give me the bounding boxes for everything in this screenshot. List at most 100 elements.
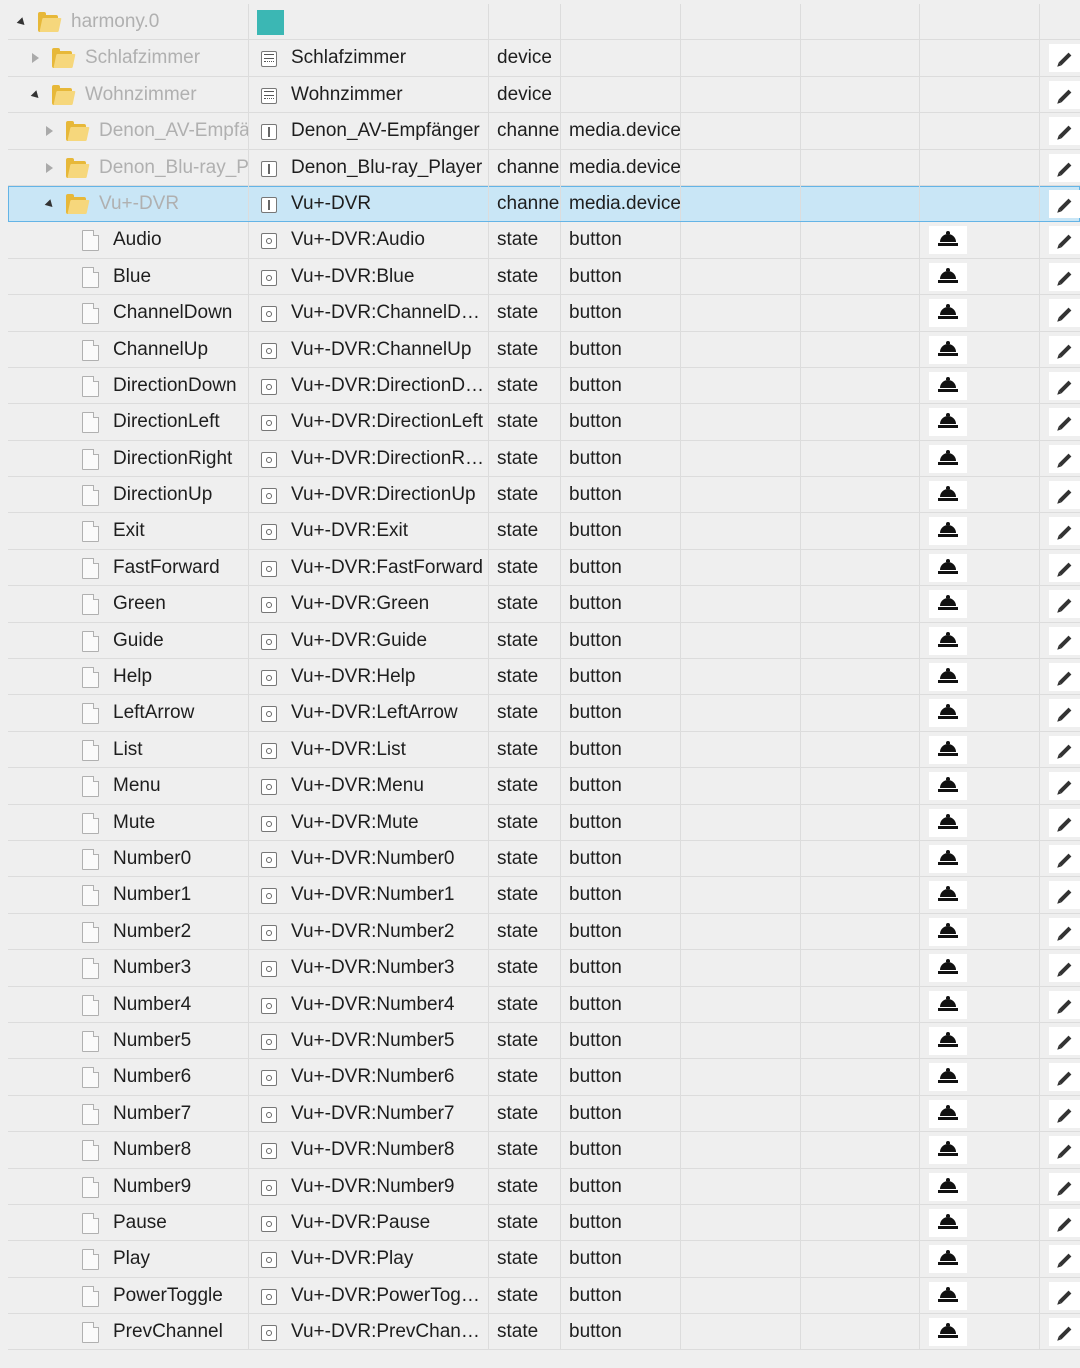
edit-button[interactable] — [1049, 262, 1080, 291]
collapse-toggle-icon[interactable] — [30, 89, 42, 101]
press-button[interactable] — [929, 335, 967, 364]
tree-row[interactable]: Number8 Vu+-DVR:Number8 state button — [8, 1132, 1080, 1169]
tree-row[interactable]: DirectionUp Vu+-DVR:DirectionUp state butto… — [8, 477, 1080, 514]
edit-button[interactable] — [1049, 699, 1080, 728]
tree-row[interactable]: Number0 Vu+-DVR:Number0 state button — [8, 840, 1080, 878]
edit-button[interactable] — [1049, 481, 1080, 510]
press-button[interactable] — [929, 1318, 967, 1347]
edit-button[interactable] — [1049, 590, 1080, 619]
edit-button[interactable] — [1049, 117, 1080, 146]
edit-button[interactable] — [1049, 408, 1080, 437]
edit-button[interactable] — [1049, 444, 1080, 473]
expand-toggle-icon[interactable] — [46, 126, 53, 137]
edit-button[interactable] — [1049, 335, 1080, 364]
edit-button[interactable] — [1049, 1281, 1080, 1310]
tree-row[interactable]: Number3 Vu+-DVR:Number3 state button — [8, 950, 1080, 987]
edit-button[interactable] — [1049, 1099, 1080, 1128]
tree-row[interactable]: DirectionDown Vu+-DVR:DirectionDown state b… — [8, 367, 1080, 405]
tree-row[interactable]: PrevChannel Vu+-DVR:PrevChannel state butto… — [8, 1314, 1080, 1351]
tree-row[interactable]: PowerToggle Vu+-DVR:PowerToggle state butto… — [8, 1277, 1080, 1315]
edit-button[interactable] — [1049, 299, 1080, 328]
edit-button[interactable] — [1049, 226, 1080, 255]
tree-row[interactable]: Number4 Vu+-DVR:Number4 state button — [8, 986, 1080, 1023]
edit-button[interactable] — [1049, 1318, 1080, 1347]
tree-row[interactable]: Play Vu+-DVR:Play state button — [8, 1241, 1080, 1278]
edit-button[interactable] — [1049, 80, 1080, 109]
press-button[interactable] — [929, 1099, 967, 1128]
edit-button[interactable] — [1049, 844, 1080, 873]
tree-row[interactable]: Mute Vu+-DVR:Mute state button — [8, 804, 1080, 841]
press-button[interactable] — [929, 553, 967, 582]
press-button[interactable] — [929, 699, 967, 728]
edit-button[interactable] — [1049, 1026, 1080, 1055]
edit-button[interactable] — [1049, 626, 1080, 655]
tree-row[interactable]: Number9 Vu+-DVR:Number9 state button — [8, 1168, 1080, 1205]
press-button[interactable] — [929, 844, 967, 873]
expand-toggle-icon[interactable] — [46, 162, 53, 173]
press-button[interactable] — [929, 444, 967, 473]
press-button[interactable] — [929, 1136, 967, 1165]
press-button[interactable] — [929, 1245, 967, 1274]
edit-button[interactable] — [1049, 772, 1080, 801]
edit-button[interactable] — [1049, 1245, 1080, 1274]
edit-button[interactable] — [1049, 954, 1080, 983]
press-button[interactable] — [929, 371, 967, 400]
press-button[interactable] — [929, 772, 967, 801]
tree-row[interactable]: Pause Vu+-DVR:Pause state button — [8, 1204, 1080, 1242]
tree-row[interactable]: Denon_AV-Empfänger Denon_AV-Empfänger chan… — [8, 113, 1080, 150]
press-button[interactable] — [929, 1281, 967, 1310]
edit-button[interactable] — [1049, 917, 1080, 946]
press-button[interactable] — [929, 626, 967, 655]
edit-button[interactable] — [1049, 1063, 1080, 1092]
edit-button[interactable] — [1049, 663, 1080, 692]
press-button[interactable] — [929, 917, 967, 946]
tree-row[interactable]: LeftArrow Vu+-DVR:LeftArrow state button — [8, 695, 1080, 732]
tree-row[interactable]: Number7 Vu+-DVR:Number7 state button — [8, 1095, 1080, 1133]
edit-button[interactable] — [1049, 881, 1080, 910]
tree-row[interactable]: List Vu+-DVR:List state button — [8, 731, 1080, 769]
press-button[interactable] — [929, 299, 967, 328]
edit-button[interactable] — [1049, 44, 1080, 73]
edit-button[interactable] — [1049, 517, 1080, 546]
press-button[interactable] — [929, 481, 967, 510]
tree-row[interactable]: Vu+-DVR Vu+-DVR channel media.device — [8, 185, 1080, 223]
press-button[interactable] — [929, 226, 967, 255]
tree-row[interactable]: Schlafzimmer Schlafzimmer device — [8, 40, 1080, 77]
edit-button[interactable] — [1049, 808, 1080, 837]
edit-button[interactable] — [1049, 1136, 1080, 1165]
press-button[interactable] — [929, 990, 967, 1019]
tree-row[interactable]: DirectionLeft Vu+-DVR:DirectionLeft state b… — [8, 404, 1080, 441]
edit-button[interactable] — [1049, 189, 1080, 218]
tree-row[interactable]: Blue Vu+-DVR:Blue state button — [8, 258, 1080, 296]
press-button[interactable] — [929, 663, 967, 692]
tree-row[interactable]: Menu Vu+-DVR:Menu state button — [8, 768, 1080, 805]
edit-button[interactable] — [1049, 1208, 1080, 1237]
edit-button[interactable] — [1049, 371, 1080, 400]
tree-row[interactable]: Wohnzimmer Wohnzimmer device — [8, 76, 1080, 114]
tree-row[interactable]: Number2 Vu+-DVR:Number2 state button — [8, 913, 1080, 951]
tree-row[interactable]: ChannelUp Vu+-DVR:ChannelUp state button — [8, 331, 1080, 368]
press-button[interactable] — [929, 808, 967, 837]
press-button[interactable] — [929, 408, 967, 437]
press-button[interactable] — [929, 1172, 967, 1201]
press-button[interactable] — [929, 590, 967, 619]
press-button[interactable] — [929, 517, 967, 546]
edit-button[interactable] — [1049, 153, 1080, 182]
press-button[interactable] — [929, 954, 967, 983]
edit-button[interactable] — [1049, 735, 1080, 764]
tree-row[interactable]: Exit Vu+-DVR:Exit state button — [8, 513, 1080, 550]
expand-toggle-icon[interactable] — [32, 53, 39, 64]
tree-row[interactable]: Denon_Blu-ray_Player Denon_Blu-ray_Player… — [8, 149, 1080, 186]
press-button[interactable] — [929, 881, 967, 910]
edit-button[interactable] — [1049, 1172, 1080, 1201]
press-button[interactable] — [929, 262, 967, 291]
tree-row[interactable]: ChannelDown Vu+-DVR:ChannelDown state butto… — [8, 295, 1080, 332]
tree-row[interactable]: Green Vu+-DVR:Green state button — [8, 586, 1080, 623]
tree-row[interactable]: harmony.0 — [8, 4, 1080, 41]
press-button[interactable] — [929, 1063, 967, 1092]
press-button[interactable] — [929, 1208, 967, 1237]
tree-row[interactable]: Guide Vu+-DVR:Guide state button — [8, 622, 1080, 660]
press-button[interactable] — [929, 1026, 967, 1055]
edit-button[interactable] — [1049, 990, 1080, 1019]
tree-row[interactable]: Audio Vu+-DVR:Audio state button — [8, 222, 1080, 259]
